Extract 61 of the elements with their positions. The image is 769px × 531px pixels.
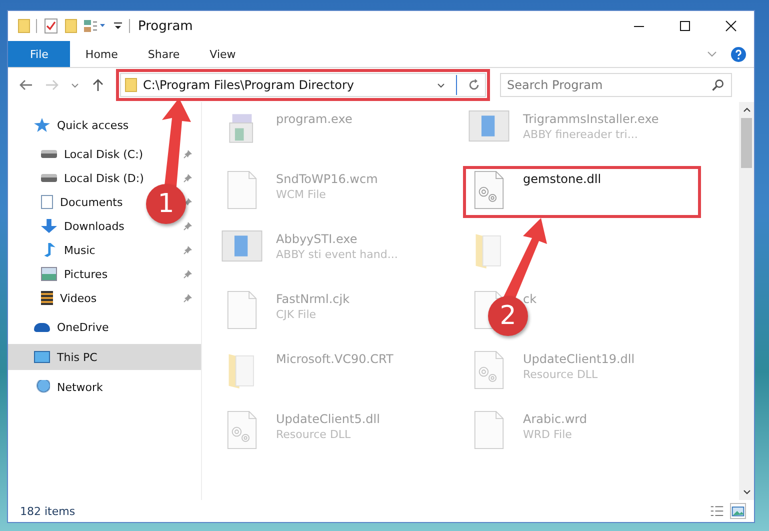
sidebar-item[interactable]: Local Disk (D:) bbox=[8, 166, 146, 190]
sidebar-item[interactable]: Local Disk (C:) bbox=[8, 142, 146, 166]
file-name[interactable]: gemstone.dll bbox=[523, 172, 602, 186]
search-icon[interactable] bbox=[711, 78, 725, 92]
sidebar-item[interactable]: Pictures bbox=[8, 262, 110, 286]
properties-icon[interactable] bbox=[43, 18, 59, 34]
view-options-icon[interactable] bbox=[83, 18, 107, 34]
customize-caret-icon[interactable] bbox=[113, 21, 123, 31]
scroll-down-icon[interactable] bbox=[742, 488, 750, 496]
sidebar-item[interactable]: Documents bbox=[8, 190, 125, 214]
search-field[interactable]: Search Program bbox=[500, 73, 732, 97]
sidebar-item[interactable]: Videos bbox=[8, 286, 99, 310]
file-type: ABBY sti event hand... bbox=[276, 248, 398, 261]
expand-ribbon-icon[interactable] bbox=[707, 49, 717, 59]
application-icon bbox=[221, 230, 263, 262]
location-icon bbox=[41, 291, 53, 305]
file-type: CJK File bbox=[276, 308, 318, 321]
file-type: Resource DLL bbox=[523, 368, 599, 381]
location-icon bbox=[34, 380, 50, 394]
sidebar-item[interactable]: OneDrive bbox=[8, 314, 201, 340]
file-type: Resource DLL bbox=[276, 428, 352, 441]
location-icon bbox=[41, 267, 57, 281]
sidebar-item[interactable]: Music bbox=[8, 238, 98, 262]
pin-icon[interactable] bbox=[183, 173, 193, 183]
pin-icon[interactable] bbox=[183, 149, 193, 159]
pin-icon[interactable] bbox=[183, 221, 193, 231]
scroll-up-icon[interactable] bbox=[742, 106, 750, 114]
window-title: Program bbox=[138, 18, 193, 34]
file-type: WRD File bbox=[523, 428, 573, 441]
details-view-icon[interactable] bbox=[710, 504, 724, 518]
scrollbar[interactable] bbox=[739, 102, 754, 500]
refresh-icon[interactable] bbox=[467, 78, 481, 92]
ribbon-tab[interactable]: Share bbox=[132, 41, 195, 67]
ribbon-tab[interactable]: File bbox=[8, 41, 70, 67]
close-icon[interactable] bbox=[725, 20, 737, 32]
help-icon[interactable] bbox=[731, 46, 746, 62]
file-icon[interactable] bbox=[474, 170, 504, 210]
large-icons-view-icon[interactable] bbox=[730, 503, 746, 519]
folder-icon bbox=[125, 78, 137, 92]
location-icon bbox=[41, 195, 53, 209]
file-type: WCM File bbox=[276, 188, 327, 201]
location-icon bbox=[41, 174, 57, 182]
address-path: C:\Program Files\Program Directory bbox=[143, 78, 354, 92]
location-icon bbox=[34, 351, 50, 363]
pin-icon[interactable] bbox=[183, 245, 193, 255]
file-type: ABBY finereader tri... bbox=[523, 128, 639, 141]
location-icon bbox=[34, 322, 50, 332]
item-count: 182 items bbox=[20, 504, 76, 518]
scroll-thumb[interactable] bbox=[741, 118, 752, 168]
sidebar-item[interactable]: Quick access bbox=[8, 112, 201, 138]
sidebar-item[interactable]: This PC bbox=[8, 344, 201, 370]
sidebar-item[interactable]: Downloads bbox=[8, 214, 126, 238]
location-icon bbox=[41, 150, 57, 158]
pin-icon[interactable] bbox=[183, 293, 193, 303]
ribbon-tab[interactable]: View bbox=[194, 41, 251, 67]
sidebar-item[interactable]: Network bbox=[8, 374, 201, 400]
pin-icon[interactable] bbox=[183, 269, 193, 279]
address-bar[interactable]: C:\Program Files\Program Directory bbox=[120, 73, 486, 97]
ribbon-tab[interactable]: Home bbox=[70, 41, 133, 67]
application-icon bbox=[468, 110, 510, 142]
maximize-icon[interactable] bbox=[679, 20, 691, 32]
